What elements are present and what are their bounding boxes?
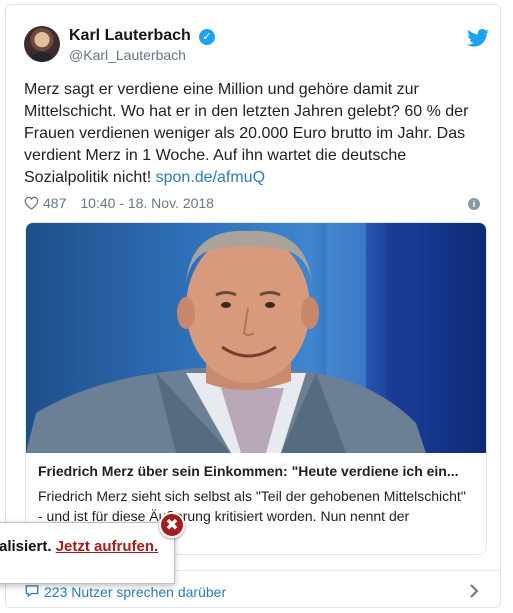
link-preview-card[interactable]: Friedrich Merz über sein Einkommen: "Heu… [25, 222, 487, 555]
tweet-card: Karl Lauterbach ✓ @Karl_Lauterbach Merz … [5, 4, 501, 608]
avatar[interactable] [24, 26, 60, 62]
close-icon[interactable]: ✖ [159, 512, 185, 538]
notification-popup: alisiert. Jetzt aufrufen. [0, 522, 175, 584]
popup-open-link[interactable]: Jetzt aufrufen. [56, 538, 159, 555]
tweet-meta: 487 10:40 - 18. Nov. 2018 [24, 195, 214, 211]
like-count[interactable]: 487 [43, 195, 66, 211]
tweet-timestamp[interactable]: 10:40 - 18. Nov. 2018 [80, 195, 214, 211]
link-card-description: Friedrich Merz sieht sich selbst als "Te… [38, 488, 466, 524]
author-handle[interactable]: @Karl_Lauterbach [69, 47, 186, 63]
portrait-illustration [26, 223, 426, 453]
author-name[interactable]: Karl Lauterbach [69, 27, 191, 45]
twitter-bird-icon[interactable] [467, 29, 489, 47]
article-image[interactable] [26, 223, 486, 453]
tweet-text: Merz sagt er verdiene eine Million und g… [24, 79, 490, 189]
heart-icon[interactable] [24, 196, 39, 210]
tweet-link[interactable]: spon.de/afmuQ [156, 169, 265, 186]
popup-message: alisiert. Jetzt aufrufen. [0, 538, 158, 555]
conversation-count[interactable]: 223 Nutzer sprechen darüber [44, 584, 226, 600]
popup-text-prefix: alisiert. [0, 538, 56, 555]
info-icon[interactable]: i [468, 198, 480, 210]
comment-icon [25, 585, 39, 598]
chevron-right-icon[interactable] [469, 583, 479, 599]
verified-badge-icon: ✓ [199, 29, 215, 45]
link-card-title[interactable]: Friedrich Merz über sein Einkommen: "Heu… [38, 463, 474, 479]
